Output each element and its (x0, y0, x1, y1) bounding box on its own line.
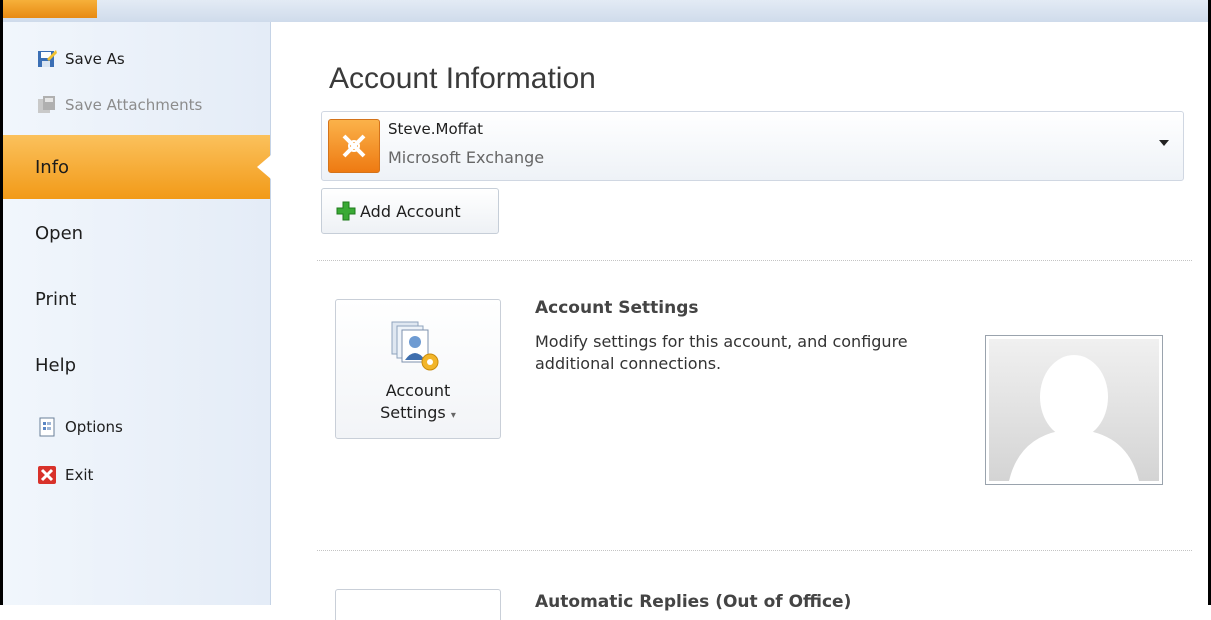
account-settings-button-line1: Account (385, 381, 451, 400)
account-settings-description: Modify settings for this account, and co… (535, 332, 908, 373)
account-selector[interactable]: Steve.Moffat Microsoft Exchange (321, 111, 1184, 181)
sidebar-item-label: Options (65, 418, 123, 436)
chevron-down-icon: ▾ (450, 410, 456, 421)
account-type: Microsoft Exchange (388, 148, 545, 167)
account-settings-button[interactable]: Account Settings ▾ (335, 299, 501, 439)
sidebar-item-label: Print (35, 288, 77, 310)
plus-icon (336, 201, 356, 221)
backstage-sidebar: Save As Save Attachments Info Open Print… (3, 22, 271, 605)
sidebar-item-exit[interactable]: Exit (3, 460, 270, 490)
account-info-pane: Account Information Steve.Moffat Microso… (271, 22, 1208, 620)
sidebar-item-info[interactable]: Info (3, 135, 271, 199)
account-settings-icon (384, 318, 448, 374)
account-settings-button-line2: Settings (380, 403, 446, 422)
sidebar-item-label: Help (35, 354, 77, 376)
sidebar-item-save-as[interactable]: Save As (3, 44, 270, 74)
options-icon (37, 417, 57, 437)
sidebar-item-label: Save As (65, 50, 125, 68)
save-attachments-icon (37, 95, 57, 115)
sidebar-item-label: Save Attachments (65, 96, 203, 114)
divider (317, 260, 1192, 261)
add-account-label: Add Account (360, 201, 461, 221)
ribbon-top-bar (3, 0, 1208, 23)
sidebar-item-help[interactable]: Help (3, 350, 270, 380)
avatar (989, 339, 1159, 481)
account-settings-heading: Account Settings (535, 298, 699, 318)
sidebar-item-save-attachments[interactable]: Save Attachments (3, 90, 270, 120)
page-title: Account Information (329, 62, 596, 95)
sidebar-item-open[interactable]: Open (3, 218, 270, 248)
sidebar-item-options[interactable]: Options (3, 412, 270, 442)
account-name: Steve.Moffat (388, 120, 484, 138)
save-as-icon (37, 49, 57, 69)
sidebar-item-label: Exit (65, 466, 94, 484)
add-account-button[interactable]: Add Account (321, 188, 499, 234)
account-photo (985, 335, 1163, 485)
exit-icon (37, 465, 57, 485)
sidebar-item-label: Open (35, 222, 84, 244)
exchange-icon (328, 119, 380, 173)
automatic-replies-heading: Automatic Replies (Out of Office) (535, 592, 852, 612)
file-tab[interactable] (3, 0, 97, 18)
sidebar-item-print[interactable]: Print (3, 284, 270, 314)
sidebar-item-label: Info (35, 156, 70, 178)
chevron-down-icon[interactable] (1159, 140, 1169, 146)
divider (317, 550, 1192, 551)
